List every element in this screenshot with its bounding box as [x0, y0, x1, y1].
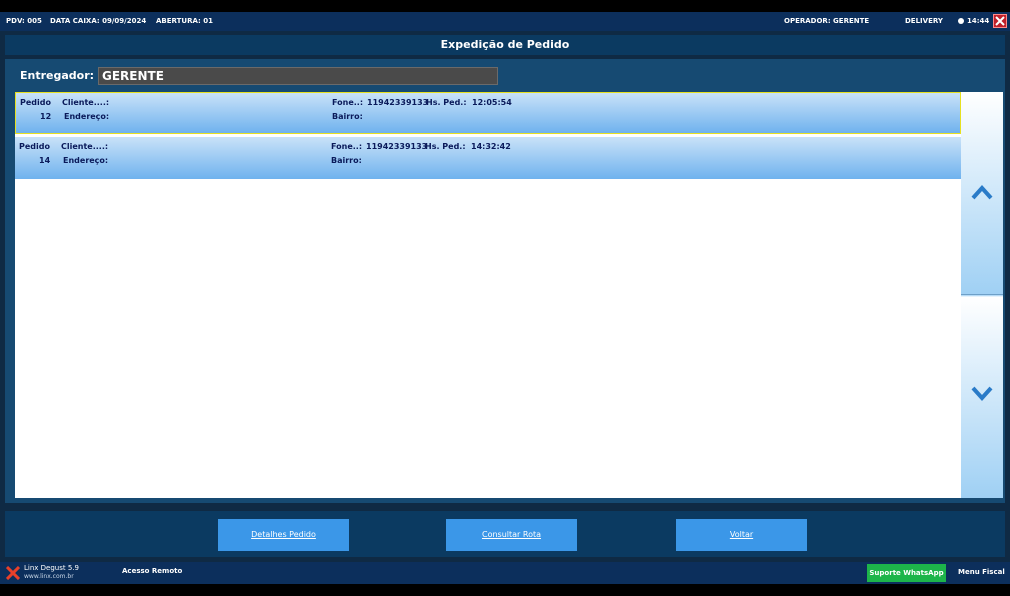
scroll-down-button[interactable]: [971, 386, 993, 402]
scroll-divider: [961, 294, 1003, 295]
scroll-up-button[interactable]: [971, 184, 993, 200]
cliente-label: Cliente....:: [62, 98, 110, 107]
bairro-label: Bairro:: [332, 112, 363, 121]
endereco-label: Endereço:: [64, 112, 110, 121]
abertura-label: ABERTURA: 01: [156, 17, 213, 25]
top-border: [0, 0, 1010, 12]
main-panel: Entregador: GERENTE Pedido Cliente....: …: [5, 59, 1005, 503]
status-bar: PDV: 005 DATA CAIXA: 09/09/2024 ABERTURA…: [0, 12, 1010, 31]
pedido-label: Pedido: [20, 98, 51, 107]
chevron-up-icon: [971, 185, 993, 200]
clock: 14:44: [958, 17, 989, 25]
acesso-remoto-link[interactable]: Acesso Remoto: [122, 567, 182, 575]
order-list: Pedido Cliente....: 12 Endereço: Fone..:…: [15, 92, 961, 498]
brand-name: Linx Degust 5.9: [24, 564, 79, 572]
entregador-field[interactable]: GERENTE: [98, 67, 498, 85]
clock-time: 14:44: [967, 17, 990, 25]
button-bar: Detalhes Pedido Consultar Rota Voltar: [5, 511, 1005, 557]
order-row[interactable]: Pedido Cliente....: 14 Endereço: Fone..:…: [15, 137, 961, 179]
hs-ped-label: Hs. Ped.:: [425, 142, 466, 151]
fone-label: Fone..:: [332, 98, 364, 107]
menu-fiscal-button[interactable]: Menu Fiscal: [958, 568, 1005, 576]
detalhes-pedido-button[interactable]: Detalhes Pedido: [218, 519, 349, 551]
entregador-label: Entregador:: [20, 69, 95, 82]
hs-ped-label: Hs. Ped.:: [426, 98, 467, 107]
linx-logo-icon: [6, 566, 20, 580]
order-row[interactable]: Pedido Cliente....: 12 Endereço: Fone..:…: [15, 92, 961, 134]
fone-value: 11942339133: [366, 142, 428, 151]
close-icon: [995, 16, 1005, 26]
mode-label: DELIVERY: [905, 17, 943, 25]
endereco-label: Endereço:: [63, 156, 109, 165]
fone-label: Fone..:: [331, 142, 363, 151]
bottom-border: [0, 584, 1010, 596]
footer: Linx Degust 5.9 www.linx.com.br Acesso R…: [0, 562, 1010, 584]
pedido-number: 14: [39, 156, 51, 165]
scroll-column: [961, 92, 1003, 498]
hs-ped-value: 12:05:54: [472, 98, 512, 107]
suporte-whatsapp-button[interactable]: Suporte WhatsApp: [867, 564, 946, 582]
clock-icon: [958, 18, 964, 24]
pdv-label: PDV: 005: [6, 17, 42, 25]
cliente-label: Cliente....:: [61, 142, 109, 151]
consultar-rota-button[interactable]: Consultar Rota: [446, 519, 577, 551]
close-button[interactable]: [993, 14, 1007, 28]
bairro-label: Bairro:: [331, 156, 362, 165]
window-title: Expedição de Pedido: [5, 35, 1005, 55]
fone-value: 11942339133: [367, 98, 429, 107]
operador-label: OPERADOR: GERENTE: [784, 17, 870, 25]
chevron-down-icon: [971, 386, 993, 401]
brand-site: www.linx.com.br: [24, 573, 74, 580]
hs-ped-value: 14:32:42: [471, 142, 511, 151]
data-caixa-label: DATA CAIXA: 09/09/2024: [50, 17, 147, 25]
pedido-number: 12: [40, 112, 52, 121]
pedido-label: Pedido: [19, 142, 50, 151]
voltar-button[interactable]: Voltar: [676, 519, 807, 551]
